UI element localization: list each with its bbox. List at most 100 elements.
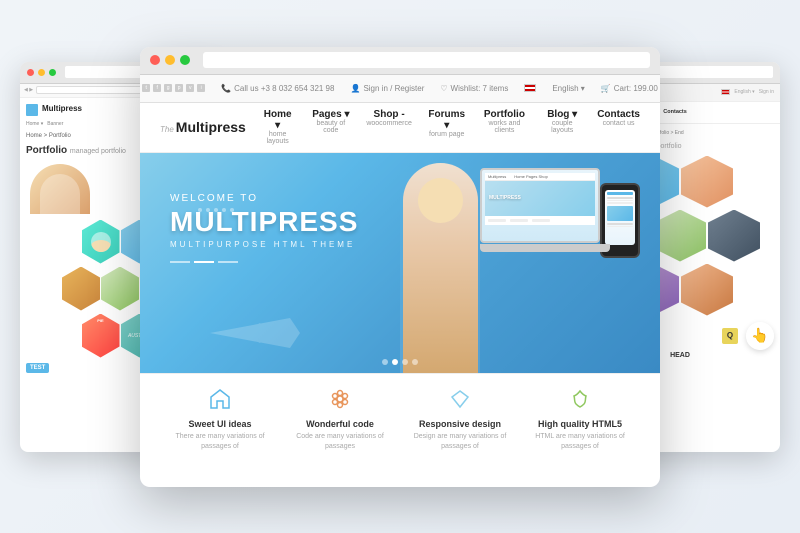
- feature-1-title: Sweet UI ideas: [170, 419, 270, 429]
- left-hex-3: [62, 267, 100, 311]
- laptop-hero-title: MULTIPRESS: [489, 195, 521, 201]
- left-minimize-dot[interactable]: [38, 69, 45, 76]
- feature-2-title: Wonderful code: [290, 419, 390, 429]
- topbar-cart[interactable]: 🛒 Cart: 199.00: [601, 84, 658, 93]
- feature-sweet-ui: Sweet UI ideas There are many variations…: [170, 385, 270, 450]
- phone-icon: 📞: [221, 84, 231, 93]
- language-label[interactable]: English ▾: [552, 84, 584, 93]
- left-nav-home[interactable]: Home ▾: [26, 121, 43, 127]
- vk-icon[interactable]: v: [186, 84, 194, 92]
- feature-3-title: Responsive design: [410, 419, 510, 429]
- center-browser-chrome: [140, 47, 660, 75]
- right-hex-7: [681, 264, 733, 316]
- flower-icon: [326, 385, 354, 413]
- center-minimize-dot[interactable]: [165, 55, 175, 65]
- hero-dot-2: [206, 208, 210, 212]
- right-language[interactable]: English ▾: [734, 89, 754, 95]
- person-figure: [403, 163, 478, 373]
- hero-div-2: [194, 261, 214, 263]
- right-signin[interactable]: Sign in: [759, 89, 774, 95]
- left-person-image: [30, 164, 90, 214]
- cart-icon: 🛒: [601, 84, 611, 93]
- hero-text-area: Welcome to MULTIPRESS MULTIPURPOSE HTML …: [170, 193, 358, 263]
- logo-area: The Multipress: [160, 119, 260, 135]
- topbar-wishlist[interactable]: ♡ Wishlist: 7 items: [440, 84, 508, 93]
- hero-dot-4: [222, 208, 226, 212]
- feature-responsive: Responsive design Design are many variat…: [410, 385, 510, 450]
- left-close-dot[interactable]: [27, 69, 34, 76]
- hero-dot-3: [214, 208, 218, 212]
- carousel-dot-4[interactable]: [412, 359, 418, 365]
- carousel-dot-1[interactable]: [382, 359, 388, 365]
- flag-icon: [524, 84, 536, 92]
- laptop-feature-3: [532, 219, 550, 222]
- nav-portfolio[interactable]: Portfolio works and clients: [482, 109, 528, 145]
- left-logo-icon: [26, 104, 38, 116]
- nav-pages[interactable]: Pages ▾ beauty of code: [311, 109, 350, 145]
- center-close-dot[interactable]: [150, 55, 160, 65]
- hero-dots-decoration: [198, 208, 234, 212]
- phone-stripe-1: [607, 192, 633, 195]
- laptop-nav-text: Home Pages Shop: [514, 174, 548, 179]
- laptop-screen: Multipress Home Pages Shop MULTIPRESS: [480, 168, 600, 243]
- social-icons: t f g p v i: [142, 84, 205, 92]
- right-flag-icon: [721, 89, 730, 95]
- main-scene: ◀ ▶ Multipress Home ▾ Banner Home > Port…: [20, 22, 780, 512]
- laptop-hero-mini: MULTIPRESS: [485, 181, 595, 216]
- carousel-dot-2[interactable]: [392, 359, 398, 365]
- laptop-feature-1: [488, 219, 506, 222]
- phone-stripe-2: [607, 197, 633, 199]
- feature-1-desc: There are many variations of passages of: [170, 432, 270, 450]
- heart-icon: ♡: [440, 84, 447, 93]
- nav-contacts[interactable]: Contacts contact us: [597, 109, 640, 145]
- nav-shop[interactable]: Shop - woocommerce: [366, 109, 412, 145]
- google-icon[interactable]: g: [164, 84, 172, 92]
- phone-stripe-3: [607, 200, 633, 202]
- left-expand-dot[interactable]: [49, 69, 56, 76]
- phone-stripe-4: [607, 202, 633, 204]
- pinterest-icon[interactable]: p: [175, 84, 183, 92]
- hero-dot-1: [198, 208, 202, 212]
- laptop-mockup: Multipress Home Pages Shop MULTIPRESS: [480, 168, 610, 258]
- center-topbar: t f g p v i 📞 Call us +3 8 032 654 321 9…: [140, 75, 660, 103]
- instagram-icon[interactable]: i: [197, 84, 205, 92]
- feature-4-title: High quality HTML5: [530, 419, 630, 429]
- laptop-base: [480, 244, 610, 252]
- logo-the: The: [160, 125, 174, 134]
- left-nav-arrows: ◀ ▶: [24, 87, 33, 93]
- hero-div-1: [170, 261, 190, 263]
- feature-3-desc: Design are many variations of passages o…: [410, 432, 510, 450]
- topbar-phone: 📞 Call us +3 8 032 654 321 98: [221, 84, 334, 93]
- center-address-bar[interactable]: [203, 52, 650, 68]
- feature-html5: High quality HTML5 HTML are many variati…: [530, 385, 630, 450]
- center-expand-dot[interactable]: [180, 55, 190, 65]
- left-hex-4: [101, 267, 139, 311]
- diamond-icon: [446, 385, 474, 413]
- left-hex-6: PIE: [82, 314, 120, 358]
- nav-blog[interactable]: Blog ▾ couple layouts: [543, 109, 581, 145]
- left-test-badge: TEST: [26, 363, 49, 373]
- right-nav-contacts[interactable]: Contacts: [663, 109, 687, 115]
- features-section: Sweet UI ideas There are many variations…: [140, 373, 660, 463]
- person-head: [418, 178, 463, 223]
- twitter-icon[interactable]: t: [142, 84, 150, 92]
- hero-person: [400, 153, 480, 373]
- facebook-icon[interactable]: f: [153, 84, 161, 92]
- user-icon: 👤: [350, 84, 360, 93]
- logo-text[interactable]: Multipress: [176, 119, 246, 135]
- topbar-signin[interactable]: 👤 Sign in / Register: [350, 84, 424, 93]
- nav-home[interactable]: Home ▾ home layouts: [260, 109, 295, 145]
- laptop-header-bar: Multipress Home Pages Shop: [485, 173, 595, 181]
- right-hex-4: [654, 210, 706, 262]
- laptop-content: Multipress Home Pages Shop MULTIPRESS: [482, 170, 598, 228]
- left-page-subtitle: managed portfolio: [70, 148, 126, 155]
- hero-subtitle: MULTIPURPOSE HTML THEME: [170, 240, 358, 249]
- carousel-dot-3[interactable]: [402, 359, 408, 365]
- phone-stripe-5: [607, 223, 633, 225]
- right-hex-2: [681, 156, 733, 208]
- feature-2-desc: Code are many variations of passages: [290, 432, 390, 450]
- right-hex-5: [708, 210, 760, 262]
- left-nav-banner[interactable]: Banner: [47, 121, 63, 127]
- hero-title: MULTIPRESS: [170, 208, 358, 236]
- nav-forums[interactable]: Forums ▾ forum page: [428, 109, 466, 145]
